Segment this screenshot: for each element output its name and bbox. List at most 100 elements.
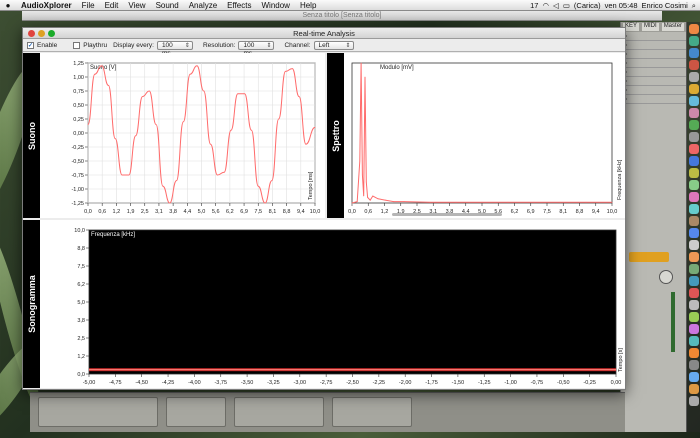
zoom-icon[interactable]: [48, 30, 55, 37]
spectrum-data-point: [403, 201, 405, 203]
menu-effects[interactable]: Effects: [222, 1, 256, 10]
dock-app-icon[interactable]: [689, 108, 699, 118]
dock-app-icon[interactable]: [689, 84, 699, 94]
spectrum-chart[interactable]: 0,0 0,6 1,2 1,9 2,5 3,1 3,8 4,4 5,0 5,6 6,2 6,9 7,5 8…: [344, 53, 625, 218]
minimize-icon[interactable]: [38, 30, 45, 37]
volume-icon[interactable]: ◁: [553, 1, 559, 10]
daw-track-row[interactable]: [621, 41, 686, 50]
waveform-chart[interactable]: 1,25 1,00 0,75 0,50 0,25 0,00 -0,25 -0,50 -0,75 -…: [40, 53, 325, 218]
daw-midi-label[interactable]: MIDI: [642, 23, 659, 31]
dock-app-icon[interactable]: [689, 384, 699, 394]
dock-app-icon[interactable]: [689, 132, 699, 142]
daw-track-row[interactable]: [621, 95, 686, 104]
x-tick-label: -0,75: [531, 380, 544, 386]
y-tick-label: 8,8: [77, 246, 85, 252]
window-titlebar[interactable]: Real-time Analysis: [23, 28, 625, 39]
dock-app-icon[interactable]: [689, 180, 699, 190]
dock-app-icon[interactable]: [689, 168, 699, 178]
menu-file[interactable]: File: [77, 1, 100, 10]
sonogramma-panel-label-bar: Sonogramma: [23, 220, 40, 388]
dock-app-icon[interactable]: [689, 312, 699, 322]
sonogram-chart[interactable]: 10,0 8,8 7,5 6,2 5,0 3,8 2,5 1,2 0,0 -5,00 -4,75 -4…: [40, 220, 625, 388]
background-window-title: Senza titolo [Senza titolo]: [302, 12, 382, 19]
daw-track-row[interactable]: [621, 50, 686, 59]
menu-help[interactable]: Help: [295, 1, 321, 10]
daw-track-row[interactable]: [621, 59, 686, 68]
apple-menu-icon[interactable]: ●: [0, 1, 16, 10]
dock-app-icon[interactable]: [689, 156, 699, 166]
channel-select[interactable]: Left: [313, 40, 354, 50]
dock-app-icon[interactable]: [689, 396, 699, 406]
dock-app-icon[interactable]: [689, 24, 699, 34]
x-tick-label: 6,2: [511, 209, 519, 215]
dock-app-icon[interactable]: [689, 48, 699, 58]
daw-track-row[interactable]: [621, 77, 686, 86]
waveform-data-point: [189, 73, 191, 75]
dock-app-icon[interactable]: [689, 360, 699, 370]
status-badge[interactable]: 17: [530, 1, 538, 10]
sonogramma-panel[interactable]: 10,0 8,8 7,5 6,2 5,0 3,8 2,5 1,2 0,0 -5,00 -4,75 -4…: [40, 220, 625, 388]
daw-meter: [671, 292, 675, 352]
dock-app-icon[interactable]: [689, 36, 699, 46]
menu-edit[interactable]: Edit: [100, 1, 124, 10]
dock-app-icon[interactable]: [689, 120, 699, 130]
wifi-icon[interactable]: ◠: [542, 1, 549, 10]
dock-app-icon[interactable]: [689, 204, 699, 214]
enable-checkbox[interactable]: ✓ Enable: [27, 41, 57, 49]
waveform-data-point: [176, 180, 177, 181]
menu-app[interactable]: AudioXplorer: [16, 1, 77, 10]
dock-app-icon[interactable]: [689, 348, 699, 358]
menu-view[interactable]: View: [123, 1, 150, 10]
waveform-data-point: [128, 174, 130, 176]
menu-user[interactable]: Enrico Cosimi: [642, 1, 688, 10]
daw-knob-icon[interactable]: [659, 270, 673, 284]
dock-app-icon[interactable]: [689, 144, 699, 154]
background-window-titlebar[interactable]: Senza titolo [Senza titolo]: [22, 11, 662, 21]
x-tick-label: 0,00: [611, 380, 622, 386]
waveform-data-point: [230, 129, 232, 131]
suono-panel[interactable]: 1,25 1,00 0,75 0,50 0,25 0,00 -0,25 -0,50 -0,75 -…: [40, 53, 325, 218]
y-tick-label: 3,8: [77, 318, 85, 324]
dock-app-icon[interactable]: [689, 72, 699, 82]
dock-app-icon[interactable]: [689, 288, 699, 298]
dock-app-icon[interactable]: [689, 96, 699, 106]
menu-analyze[interactable]: Analyze: [184, 1, 222, 10]
dock-app-icon[interactable]: [689, 216, 699, 226]
spettro-panel[interactable]: 0,0 0,6 1,2 1,9 2,5 3,1 3,8 4,4 5,0 5,6 6,2 6,9 7,5 8…: [344, 53, 625, 218]
close-icon[interactable]: [28, 30, 35, 37]
dock-app-icon[interactable]: [689, 336, 699, 346]
dock-app-icon[interactable]: [689, 192, 699, 202]
y-tick-label: 0,00: [73, 131, 84, 137]
daw-device-block[interactable]: [166, 397, 226, 427]
dock-app-icon[interactable]: [689, 240, 699, 250]
daw-device-block[interactable]: [234, 397, 324, 427]
battery-status[interactable]: (Carica): [574, 1, 601, 10]
daw-track-row[interactable]: [621, 32, 686, 41]
x-tick-label: 10,0: [310, 209, 321, 215]
dock-app-icon[interactable]: [689, 60, 699, 70]
menu-clock[interactable]: ven 05:48: [605, 1, 638, 10]
dock-app-icon[interactable]: [689, 264, 699, 274]
display-every-select[interactable]: 100 ms: [156, 40, 193, 57]
enable-check-icon[interactable]: ✓: [27, 41, 34, 49]
playthru-check-icon[interactable]: [73, 41, 81, 49]
daw-device-block[interactable]: [332, 397, 412, 427]
playthru-checkbox[interactable]: Playthru: [73, 41, 107, 49]
dock-app-icon[interactable]: [689, 252, 699, 262]
dock-app-icon[interactable]: [689, 276, 699, 286]
dock-app-icon[interactable]: [689, 324, 699, 334]
menu-window[interactable]: Window: [256, 1, 294, 10]
x-tick-label: 9,4: [592, 209, 600, 215]
x-tick-label: 1,2: [381, 209, 389, 215]
resolution-select[interactable]: 100 ms: [238, 40, 275, 57]
menu-sound[interactable]: Sound: [151, 1, 184, 10]
daw-device-block[interactable]: [38, 397, 158, 427]
dock-app-icon[interactable]: [689, 300, 699, 310]
dock-app-icon[interactable]: [689, 372, 699, 382]
battery-icon[interactable]: ▭: [563, 1, 570, 10]
daw-track-row[interactable]: [621, 86, 686, 95]
dock-app-icon[interactable]: [689, 228, 699, 238]
y-tick-label: -1,25: [71, 201, 84, 207]
spotlight-icon[interactable]: ⌕: [692, 1, 696, 11]
daw-track-row[interactable]: [621, 68, 686, 77]
